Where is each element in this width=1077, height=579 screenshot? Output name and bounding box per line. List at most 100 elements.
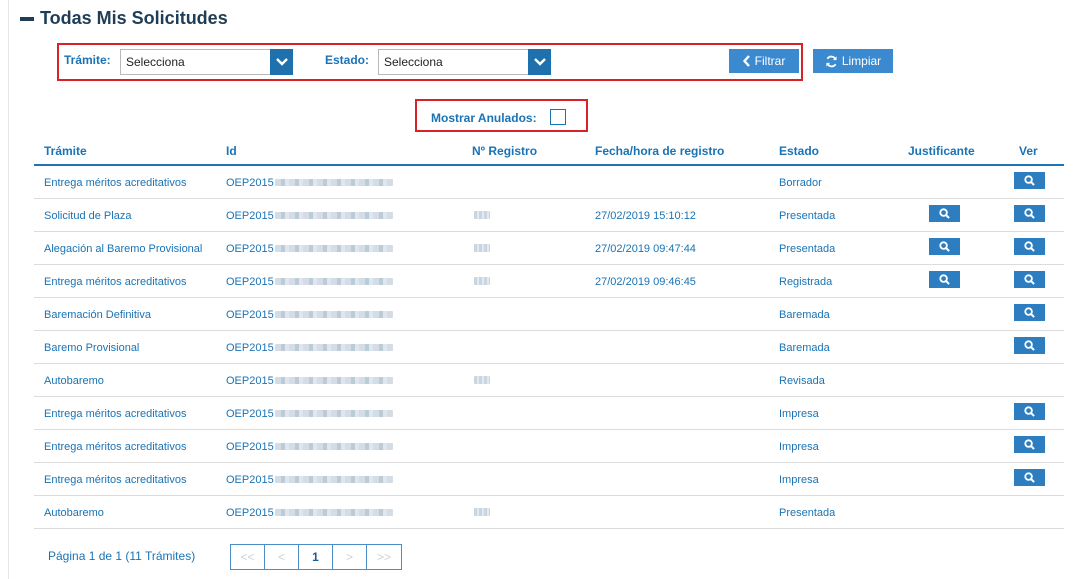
tramite-cell[interactable]: Entrega méritos acreditativos (44, 474, 186, 486)
table-row: Alegación al Baremo Provisional OEP2015 27… (34, 232, 1064, 265)
pagination: << < 1 > >> (230, 544, 402, 570)
tramite-cell[interactable]: Entrega méritos acreditativos (44, 276, 186, 288)
ver-button[interactable] (1014, 436, 1045, 453)
next-page-button[interactable]: > (333, 545, 367, 569)
tramite-label: Trámite: (64, 53, 111, 67)
table-row: Entrega méritos acreditativos OEP2015 Borr… (34, 166, 1064, 199)
left-divider (8, 0, 9, 579)
column-header-estado: Estado (779, 144, 820, 158)
page-1-button[interactable]: 1 (299, 545, 333, 569)
fecha-cell: 27/02/2019 15:10:12 (595, 210, 696, 222)
redacted-registro (474, 277, 490, 285)
pagination-summary: Página 1 de 1 (11 Trámites) (48, 549, 196, 563)
search-icon (1024, 208, 1035, 219)
id-cell: OEP2015 (226, 342, 393, 354)
id-prefix: OEP2015 (226, 243, 274, 255)
table-row: Autobaremo OEP2015 Presentada (34, 496, 1064, 529)
search-icon (1024, 340, 1035, 351)
search-icon (939, 274, 950, 285)
id-prefix: OEP2015 (226, 507, 274, 519)
first-page-button[interactable]: << (231, 545, 265, 569)
last-page-button[interactable]: >> (367, 545, 401, 569)
estado-select[interactable]: Selecciona (378, 49, 551, 75)
table-row: Solicitud de Plaza OEP2015 27/02/2019 15:1… (34, 199, 1064, 232)
prev-page-button[interactable]: < (265, 545, 299, 569)
id-prefix: OEP2015 (226, 408, 274, 420)
chevron-down-icon[interactable] (528, 49, 551, 75)
id-cell: OEP2015 (226, 375, 393, 387)
tramite-cell[interactable]: Entrega méritos acreditativos (44, 177, 186, 189)
id-prefix: OEP2015 (226, 474, 274, 486)
search-icon (1024, 439, 1035, 450)
estado-cell: Borrador (779, 177, 822, 189)
mostrar-anulados-checkbox[interactable] (550, 109, 566, 125)
ver-button[interactable] (1014, 271, 1045, 288)
table-row: Entrega méritos acreditativos OEP2015 27/0… (34, 265, 1064, 298)
ver-button[interactable] (1014, 469, 1045, 486)
ver-button[interactable] (1014, 337, 1045, 354)
search-icon (1024, 175, 1035, 186)
table-row: Autobaremo OEP2015 Revisada (34, 364, 1064, 397)
id-prefix: OEP2015 (226, 177, 274, 189)
ver-button[interactable] (1014, 304, 1045, 321)
redacted-id (274, 343, 393, 351)
limpiar-button[interactable]: Limpiar (813, 49, 893, 73)
column-header-tramite: Trámite (44, 144, 87, 158)
tramite-cell[interactable]: Entrega méritos acreditativos (44, 408, 186, 420)
redacted-registro (474, 211, 490, 219)
id-cell: OEP2015 (226, 210, 393, 222)
section-header[interactable]: Todas Mis Solicitudes (20, 6, 228, 30)
ver-button[interactable] (1014, 172, 1045, 189)
tramite-cell[interactable]: Entrega méritos acreditativos (44, 441, 186, 453)
id-prefix: OEP2015 (226, 309, 274, 321)
tramite-cell[interactable]: Autobaremo (44, 375, 104, 387)
id-cell: OEP2015 (226, 177, 393, 189)
tramite-cell[interactable]: Alegación al Baremo Provisional (44, 243, 202, 255)
redacted-id (274, 508, 393, 516)
id-prefix: OEP2015 (226, 441, 274, 453)
chevron-left-icon (742, 55, 751, 67)
ver-button[interactable] (1014, 205, 1045, 222)
redacted-id (274, 409, 393, 417)
column-header-id: Id (226, 144, 237, 158)
column-header-justificante: Justificante (908, 144, 975, 158)
justificante-button[interactable] (929, 271, 960, 288)
redacted-id (274, 475, 393, 483)
tramite-select[interactable]: Selecciona (120, 49, 293, 75)
ver-button[interactable] (1014, 403, 1045, 420)
table-row: Entrega méritos acreditativos OEP2015 Impr… (34, 430, 1064, 463)
id-cell: OEP2015 (226, 309, 393, 321)
fecha-cell: 27/02/2019 09:47:44 (595, 243, 696, 255)
column-header-registro: Nº Registro (472, 144, 538, 158)
page-title: Todas Mis Solicitudes (40, 7, 228, 28)
table-row: Entrega méritos acreditativos OEP2015 Impr… (34, 397, 1064, 430)
id-cell: OEP2015 (226, 243, 393, 255)
id-cell: OEP2015 (226, 474, 393, 486)
estado-cell: Presentada (779, 210, 836, 222)
estado-cell: Registrada (779, 276, 833, 288)
estado-cell: Baremada (779, 342, 830, 354)
tramite-cell[interactable]: Autobaremo (44, 507, 104, 519)
ver-button[interactable] (1014, 238, 1045, 255)
table-row: Entrega méritos acreditativos OEP2015 Impr… (34, 463, 1064, 496)
minus-icon[interactable] (20, 16, 34, 21)
tramite-cell[interactable]: Baremo Provisional (44, 342, 139, 354)
redacted-id (274, 442, 393, 450)
search-icon (1024, 274, 1035, 285)
tramite-cell[interactable]: Solicitud de Plaza (44, 210, 131, 222)
justificante-button[interactable] (929, 205, 960, 222)
table-header: Trámite Id Nº Registro Fecha/hora de reg… (34, 140, 1064, 166)
redacted-registro (474, 376, 490, 384)
table-row: Baremación Definitiva OEP2015 Baremada (34, 298, 1064, 331)
filtrar-button[interactable]: Filtrar (729, 49, 799, 73)
tramite-cell[interactable]: Baremación Definitiva (44, 309, 151, 321)
redacted-id (274, 211, 393, 219)
table-row: Baremo Provisional OEP2015 Baremada (34, 331, 1064, 364)
estado-cell: Presentada (779, 507, 836, 519)
id-prefix: OEP2015 (226, 342, 274, 354)
tramite-select-value: Selecciona (126, 55, 185, 69)
justificante-button[interactable] (929, 238, 960, 255)
redacted-id (274, 277, 393, 285)
chevron-down-icon[interactable] (270, 49, 293, 75)
redacted-id (274, 310, 393, 318)
